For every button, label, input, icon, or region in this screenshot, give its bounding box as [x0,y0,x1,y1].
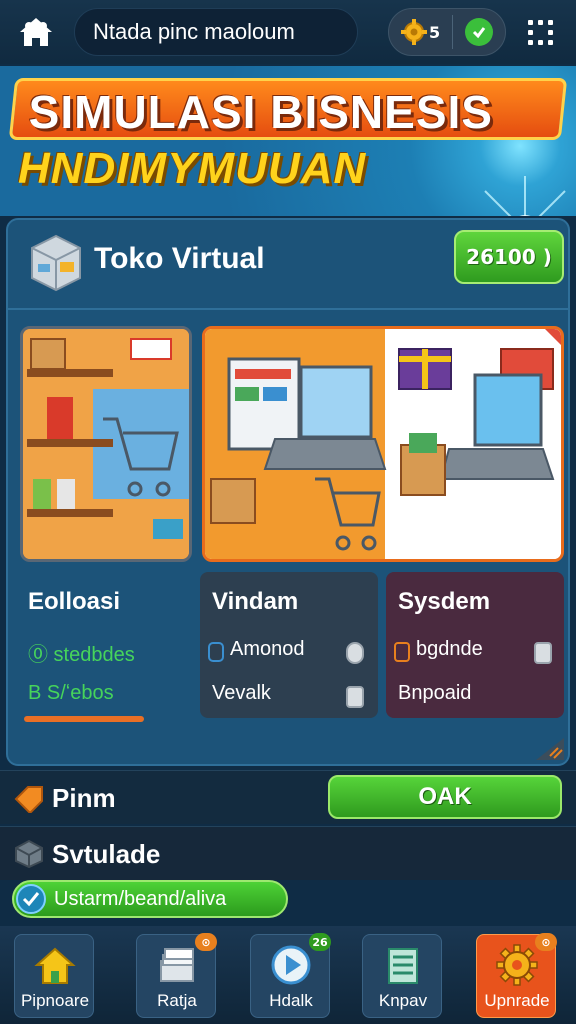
top-bar: Ntada pinc maoloum 5 [0,0,576,64]
title-banner: SIMULASI BISNESIS HNDIMYMUUAN [0,66,576,216]
home-icon[interactable] [16,12,56,52]
shop-shelf-card[interactable] [20,326,192,562]
cash-button[interactable]: 26100 ) [454,230,564,284]
stat-line: Amonod [230,638,305,660]
nav-label: Ratja [157,991,197,1010]
nav-label: Knpav [378,991,428,1010]
corner-triangle-icon [536,738,564,760]
search-input[interactable]: Ntada pinc maoloum [74,8,358,56]
store-panel: Toko Virtual 26100 ) Eolloasi ⓪ stedbdes… [6,218,570,766]
can-icon [534,642,552,664]
nav-badge: ⊙ [535,933,557,951]
coin-counter[interactable]: 5 [388,8,506,56]
shield-icon [346,642,364,664]
search-text: Ntada pinc maoloum [93,19,295,44]
stat-title: Sysdem [398,588,491,615]
online-shop-illustration [205,329,561,559]
tag-icon [208,642,224,662]
title-plate: SIMULASI BISNESIS [8,78,568,140]
nav-item-hdalk[interactable]: 26 Hdalk [250,933,331,1018]
store-box-icon [31,234,81,292]
stat-title: Vindam [212,588,299,615]
toggle-label: Ustarm/beand/aliva [54,888,227,910]
nav-label: Pipnoare [20,991,90,1010]
bottom-nav: Pipnoare ⊙ Ratja 26 Hdalk Knpav ⊙ Upnrad… [0,926,576,1024]
divider [8,308,568,310]
stat-card-vindam[interactable]: Vindam Amonod Vevalk [200,572,378,718]
stat-line: B S/ʻebos [28,682,114,704]
nav-item-knpav[interactable]: Knpav [362,934,442,1018]
tag-icon [394,642,410,662]
stat-title: Eolloasi [28,588,121,615]
menu-grid-icon[interactable] [526,18,556,46]
sparkle-icon [484,176,566,216]
option-row-pinm: Pinm OAK [0,770,576,824]
stat-card-eolloasi[interactable]: Eolloasi ⓪ stedbdes B S/ʻebos [16,572,192,718]
nav-item-home[interactable]: Pipnoare [14,934,94,1018]
coin-count: 5 [429,22,441,42]
nav-badge: 26 [309,933,331,951]
check-icon [16,884,46,914]
option-label: Svtulade [52,839,161,869]
stat-line: bgdnde [416,638,483,660]
progress-bar [24,716,144,722]
play-icon [271,945,311,985]
option-row-svtulade[interactable]: Svtulade [0,826,576,880]
stat-line: Vevalk [212,682,271,704]
store-name: Toko Virtual [94,242,265,275]
nav-label: Upnrade [484,991,550,1010]
check-icon[interactable] [465,18,494,46]
gear-icon [496,944,538,986]
cube-icon [15,839,43,869]
nav-item-ratja[interactable]: ⊙ Ratja [136,933,217,1018]
house-icon [34,947,76,984]
stat-card-sysdem[interactable]: Sysdem bgdnde Bnpoaid [386,572,564,718]
option-label: Pinm [52,783,116,813]
shop-shelf-illustration [23,329,189,559]
stat-line: Bnpoaid [398,682,472,704]
nav-badge: ⊙ [195,933,217,951]
list-icon [388,948,418,984]
nav-label: Hdalk [269,991,313,1010]
nav-item-upgrade[interactable]: ⊙ Upnrade [476,933,557,1018]
game-title-line1: SIMULASI BISNESIS [28,86,493,138]
papers-icon [160,948,194,982]
can-icon [346,686,364,708]
stat-line: ⓪ stedbdes [28,644,135,666]
gold-gear-icon [401,19,427,45]
status-toggle[interactable]: Ustarm/beand/aliva [12,880,288,918]
online-shop-card[interactable] [202,326,564,562]
orange-tag-icon [14,786,43,813]
game-title-line2: HNDIMYMUUAN [18,144,367,193]
divider [452,15,454,49]
oak-button[interactable]: OAK [328,775,562,819]
